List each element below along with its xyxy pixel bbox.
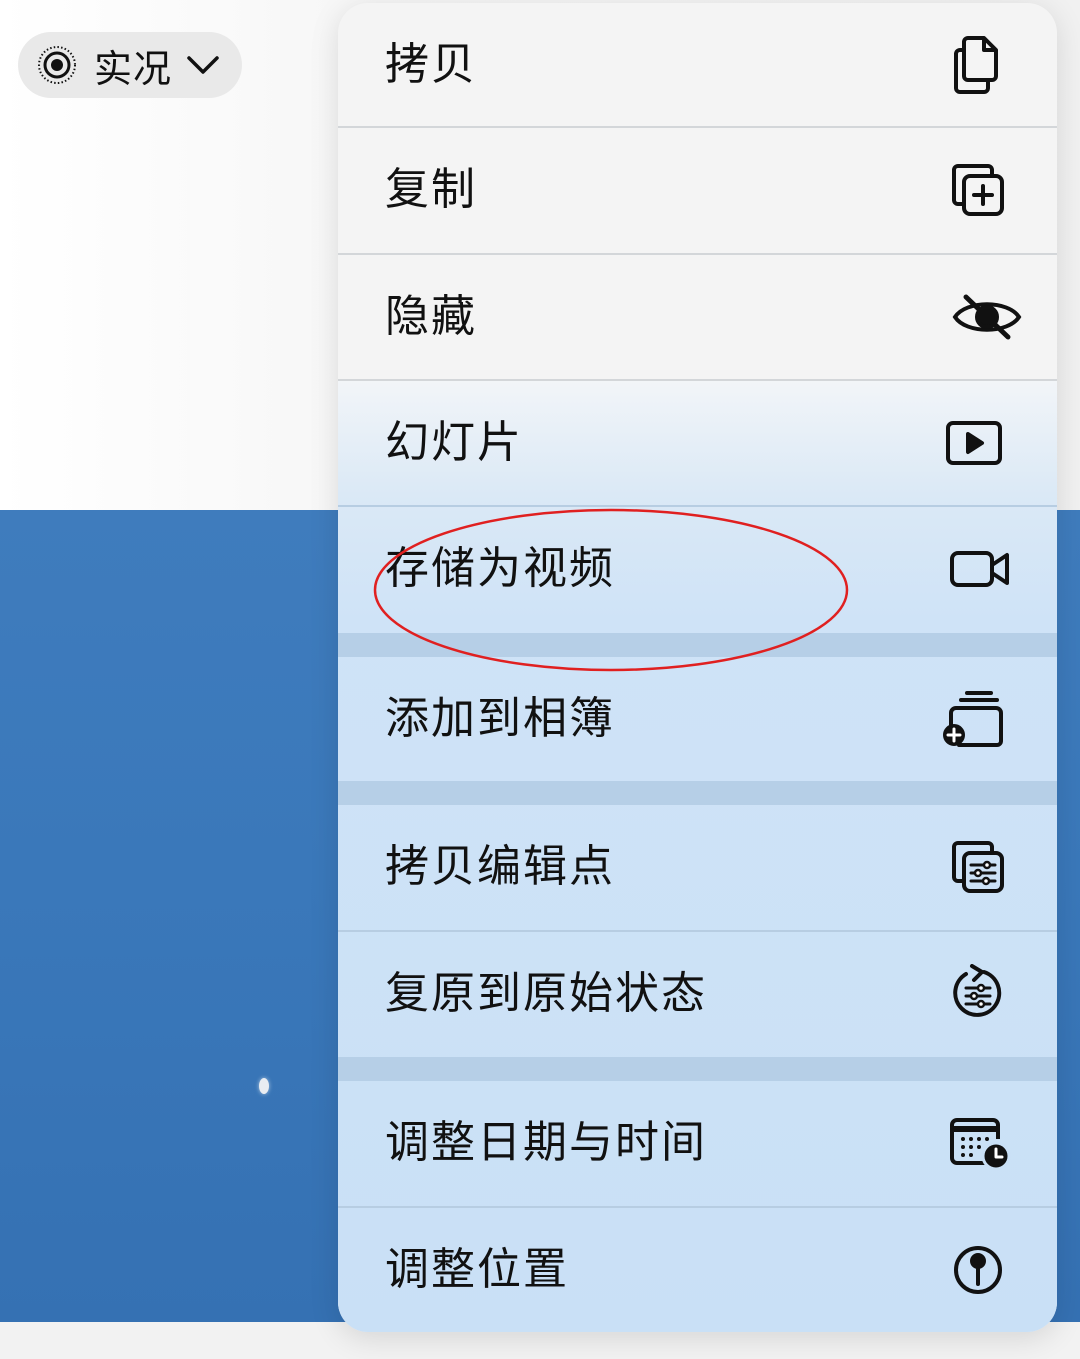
section-gap xyxy=(338,1057,1057,1081)
video-camera-icon xyxy=(947,536,1013,602)
menu-item-hide[interactable]: 隐藏 xyxy=(338,255,1057,379)
menu-item-slideshow[interactable]: 幻灯片 xyxy=(338,381,1057,505)
section-gap xyxy=(338,633,1057,657)
live-photo-icon xyxy=(38,46,76,84)
menu-item-copy-edits[interactable]: 拷贝编辑点 xyxy=(338,805,1057,929)
menu-item-adjust-location[interactable]: 调整位置 xyxy=(338,1208,1057,1332)
live-photo-button[interactable]: 实况 xyxy=(18,32,242,98)
menu-item-add-to-album[interactable]: 添加到相簿 xyxy=(338,657,1057,781)
menu-item-label: 复原到原始状态 xyxy=(385,968,707,1019)
chevron-down-icon xyxy=(187,56,219,74)
menu-item-label: 调整日期与时间 xyxy=(385,1117,707,1168)
copy-doc-icon xyxy=(945,32,1011,98)
copy-edits-icon xyxy=(945,834,1011,900)
moon xyxy=(259,1078,269,1094)
location-pin-icon xyxy=(945,1237,1011,1303)
menu-item-label: 添加到相簿 xyxy=(385,693,615,744)
play-rectangle-icon xyxy=(941,410,1007,476)
menu-item-duplicate[interactable]: 复制 xyxy=(338,128,1057,252)
add-to-album-icon xyxy=(941,686,1007,752)
context-menu: 拷贝 复制 隐藏 幻灯片 存储为视频 添加到相簿 拷贝编辑点 复原到原始状态 调… xyxy=(338,3,1057,1332)
menu-item-label: 复制 xyxy=(385,164,477,215)
menu-item-save-as-video[interactable]: 存储为视频 xyxy=(338,507,1057,631)
duplicate-plus-icon xyxy=(945,157,1011,223)
live-label: 实况 xyxy=(94,46,173,91)
menu-item-label: 调整位置 xyxy=(385,1244,569,1295)
menu-item-revert-to-original[interactable]: 复原到原始状态 xyxy=(338,932,1057,1056)
section-gap xyxy=(338,781,1057,805)
menu-item-label: 幻灯片 xyxy=(385,417,523,468)
menu-item-adjust-date-time[interactable]: 调整日期与时间 xyxy=(338,1081,1057,1205)
menu-item-label: 拷贝编辑点 xyxy=(385,841,615,892)
menu-item-label: 拷贝 xyxy=(385,39,477,90)
calendar-clock-icon xyxy=(947,1110,1013,1176)
menu-item-label: 存储为视频 xyxy=(385,543,615,594)
revert-adjustments-icon xyxy=(945,961,1011,1027)
menu-item-copy[interactable]: 拷贝 xyxy=(338,3,1057,127)
eye-slash-icon xyxy=(947,284,1027,350)
menu-item-label: 隐藏 xyxy=(385,291,477,342)
